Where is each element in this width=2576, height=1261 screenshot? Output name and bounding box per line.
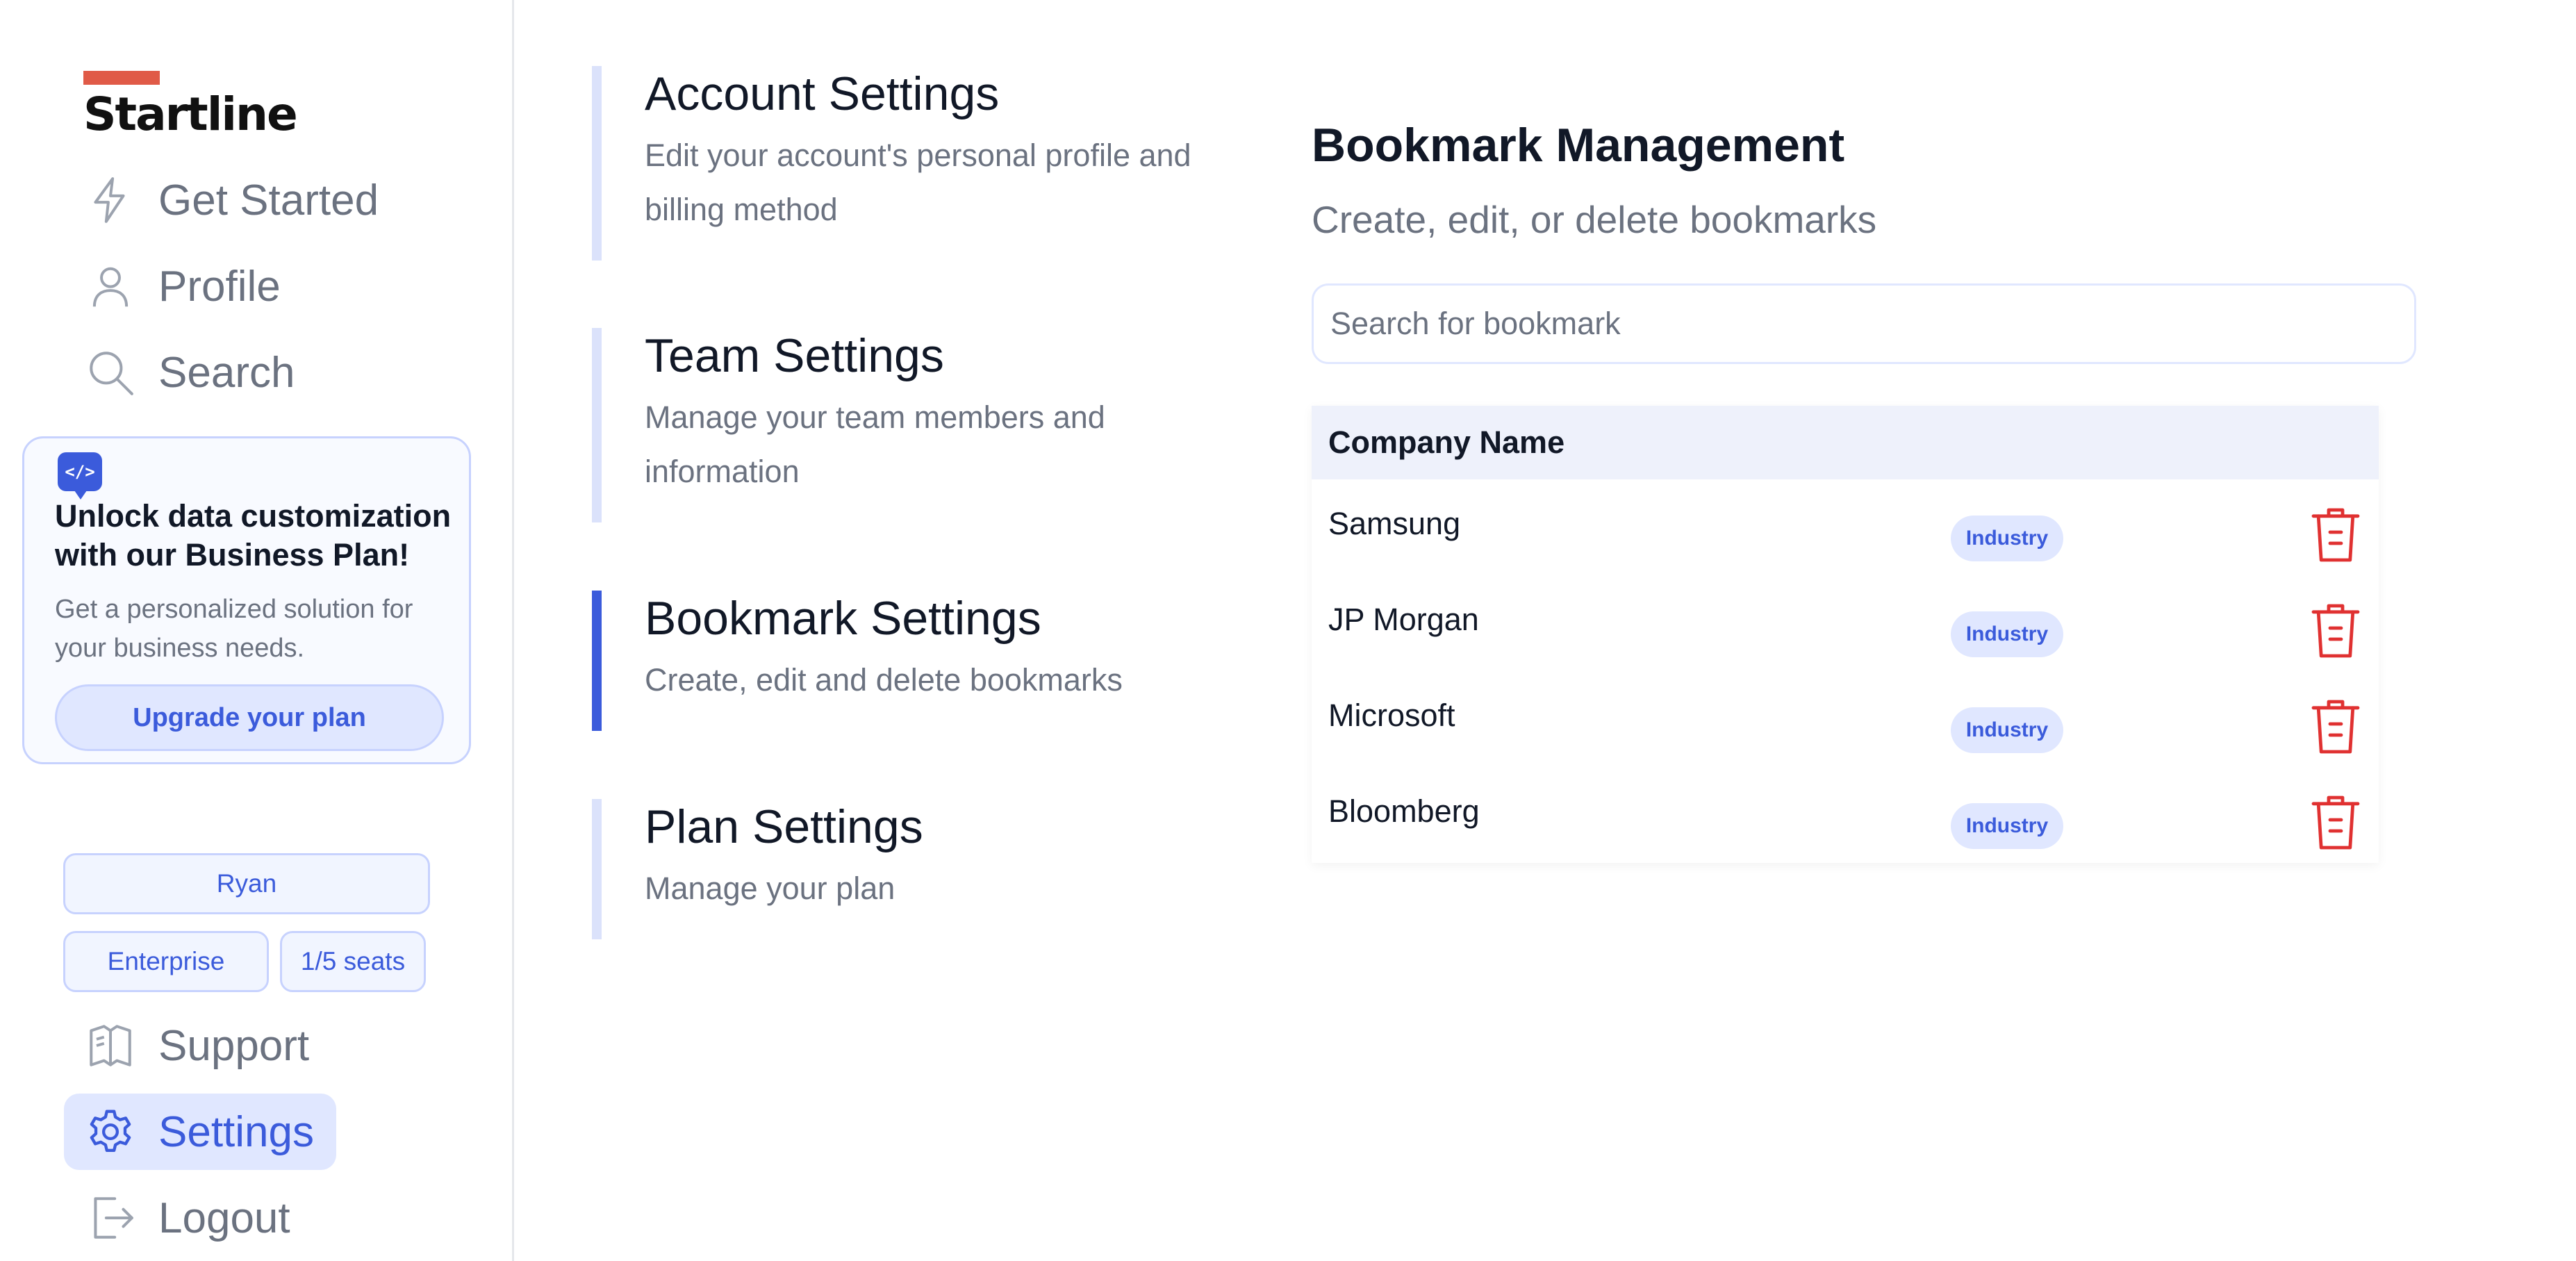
setting-title: Bookmark Settings (645, 592, 1041, 645)
bookmarks-table: Company Name Samsung Industry JP Morgan … (1312, 406, 2379, 863)
app-root: Startline Get Started Profile Search </>… (0, 0, 2576, 1261)
account-settings-item[interactable]: Account Settings Edit your account's per… (592, 66, 1242, 261)
bookmark-settings-item[interactable]: Bookmark Settings Create, edit and delet… (592, 591, 1242, 731)
table-row: Bloomberg Industry (1312, 767, 2379, 863)
table-row: JP Morgan Industry (1312, 575, 2379, 671)
company-name[interactable]: Samsung (1328, 506, 1460, 542)
bookmark-search-input[interactable] (1312, 283, 2416, 364)
setting-title: Team Settings (645, 329, 944, 382)
company-name[interactable]: Microsoft (1328, 698, 1455, 734)
nav-item-label: Search (158, 348, 295, 397)
company-name[interactable]: JP Morgan (1328, 602, 1479, 638)
nav-item-support[interactable]: Support (64, 1007, 331, 1084)
seats-badge: 1/5 seats (280, 931, 426, 992)
setting-description: Create, edit and delete bookmarks (645, 662, 1123, 698)
user-icon (85, 261, 136, 312)
nav-item-label: Profile (158, 262, 281, 311)
code-chat-icon: </> (58, 452, 102, 500)
nav-item-get-started[interactable]: Get Started (64, 162, 401, 238)
column-header-company: Company Name (1328, 425, 1565, 460)
nav-item-search[interactable]: Search (64, 334, 317, 411)
nav-item-profile[interactable]: Profile (64, 248, 303, 324)
setting-title: Plan Settings (645, 800, 923, 853)
table-row: Microsoft Industry (1312, 671, 2379, 767)
upgrade-promo-card: </> Unlock data customization with our B… (22, 436, 471, 764)
table-header: Company Name (1312, 406, 2379, 479)
industry-tag: Industry (1951, 611, 2063, 657)
plan-badge: Enterprise (63, 931, 269, 992)
industry-tag: Industry (1951, 803, 2063, 849)
nav-item-label: Settings (158, 1107, 315, 1156)
page-title: Bookmark Management (1312, 119, 1845, 172)
table-row: Samsung Industry (1312, 479, 2379, 575)
bolt-icon (85, 174, 136, 226)
page-subtitle: Create, edit, or delete bookmarks (1312, 198, 1877, 241)
industry-tag: Industry (1951, 707, 2063, 753)
setting-description: Manage your plan (645, 871, 895, 906)
trash-icon[interactable] (2311, 603, 2361, 659)
gear-icon (85, 1106, 136, 1157)
book-icon (85, 1020, 136, 1071)
nav-item-settings[interactable]: Settings (64, 1094, 337, 1170)
nav-item-label: Get Started (158, 176, 379, 224)
trash-icon[interactable] (2311, 795, 2361, 850)
company-name[interactable]: Bloomberg (1328, 793, 1480, 830)
trash-icon[interactable] (2311, 699, 2361, 755)
setting-title: Account Settings (645, 67, 1000, 120)
setting-description: Manage your team members and information (645, 399, 1105, 489)
setting-description: Edit your account's personal profile and… (645, 138, 1191, 227)
promo-description: Get a personalized solution for your bus… (55, 595, 413, 663)
upgrade-plan-button[interactable]: Upgrade your plan (55, 684, 444, 751)
nav-item-label: Support (158, 1021, 310, 1070)
logout-icon (85, 1192, 136, 1244)
team-settings-item[interactable]: Team Settings Manage your team members a… (592, 328, 1242, 522)
nav-item-label: Logout (158, 1194, 290, 1242)
logo-accent-bar (83, 71, 160, 85)
industry-tag: Industry (1951, 516, 2063, 561)
nav-item-logout[interactable]: Logout (64, 1180, 313, 1256)
user-name-chip[interactable]: Ryan (63, 853, 430, 914)
search-icon (85, 347, 136, 398)
plan-settings-item[interactable]: Plan Settings Manage your plan (592, 799, 1242, 939)
trash-icon[interactable] (2311, 507, 2361, 563)
brand-name: Startline (83, 88, 298, 141)
promo-title: Unlock data customization with our Busin… (55, 498, 452, 572)
sidebar: Startline Get Started Profile Search </>… (0, 0, 514, 1261)
